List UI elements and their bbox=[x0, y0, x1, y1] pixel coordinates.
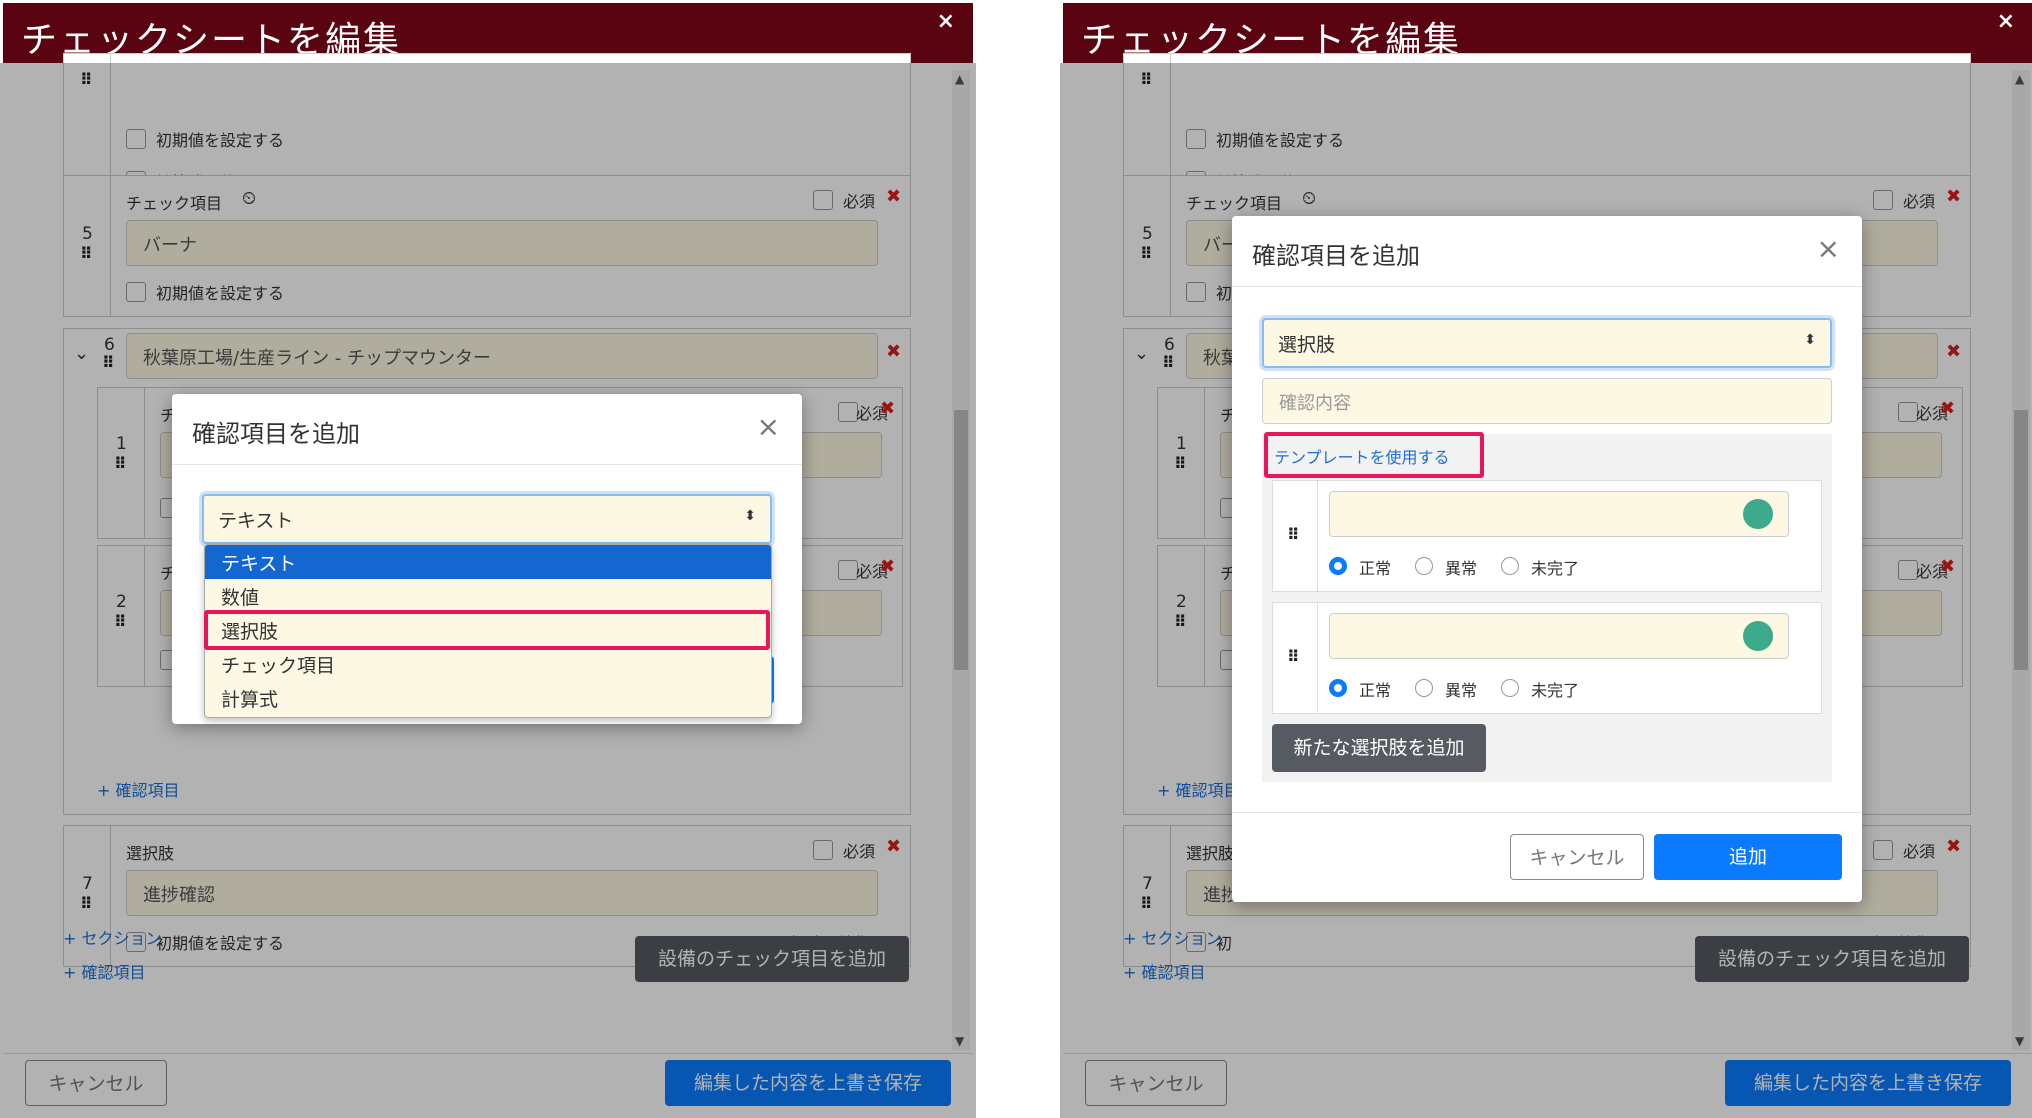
select-caret-icon: ⬍ bbox=[1804, 332, 1816, 348]
modal-title: 確認項目を追加 bbox=[1252, 242, 1420, 270]
choice-card-2: ⠿ 正常 異常 未完了 bbox=[1272, 602, 1822, 714]
highlight-box bbox=[204, 610, 770, 650]
modal-title: 確認項目を追加 bbox=[192, 420, 360, 448]
modal-add-button[interactable]: 追加 bbox=[1654, 834, 1842, 880]
item-type-select[interactable]: 選択肢 ⬍ bbox=[1262, 318, 1832, 368]
drag-handle-icon[interactable]: ⠿ bbox=[1287, 525, 1299, 544]
status-radio-label: 未完了 bbox=[1531, 559, 1580, 578]
status-radio-label: 正常 bbox=[1359, 559, 1392, 578]
highlight-box bbox=[1264, 432, 1484, 478]
color-picker-swatch[interactable] bbox=[1743, 499, 1773, 529]
modal-close-icon[interactable]: × bbox=[757, 410, 780, 443]
window-close-icon[interactable]: × bbox=[1997, 9, 2015, 34]
window-close-icon[interactable]: × bbox=[937, 9, 955, 34]
color-picker-swatch[interactable] bbox=[1743, 621, 1773, 651]
left-screenshot: チェックシートを編集 × ⠿ 初期値を設定する 計算式で使用する 5 ⠿ チェッ… bbox=[0, 0, 976, 1118]
right-screenshot: チェックシートを編集 × ⠿ 初期値を設定する 計算式で使用する 5 ⠿ チェッ… bbox=[1060, 0, 2032, 1118]
item-type-select[interactable]: テキスト ⬍ bbox=[202, 494, 772, 544]
select-caret-icon: ⬍ bbox=[744, 508, 756, 524]
choice-label-input[interactable] bbox=[1329, 491, 1789, 537]
status-radio-label: 異常 bbox=[1445, 559, 1478, 578]
choices-panel: テンプレートを使用する ⠿ 正常 異常 未完了 ⠿ 正常 異常 未完了 新たな選… bbox=[1262, 432, 1832, 782]
status-radio-abnormal[interactable] bbox=[1415, 557, 1433, 575]
confirm-content-input[interactable]: 確認内容 bbox=[1262, 378, 1832, 424]
type-option-number[interactable]: 数値 bbox=[205, 579, 771, 613]
type-option-text[interactable]: テキスト bbox=[205, 545, 771, 579]
type-option-formula[interactable]: 計算式 bbox=[205, 681, 771, 715]
status-radio-label: 正常 bbox=[1359, 681, 1392, 700]
add-new-choice-button[interactable]: 新たな選択肢を追加 bbox=[1272, 724, 1486, 772]
status-radio-label: 未完了 bbox=[1531, 681, 1580, 700]
item-type-select-value: 選択肢 bbox=[1278, 334, 1336, 356]
type-option-check-item[interactable]: チェック項目 bbox=[205, 647, 771, 681]
status-radio-incomplete[interactable] bbox=[1501, 557, 1519, 575]
add-confirm-item-modal: 確認項目を追加 × 選択肢 ⬍ 確認内容 テンプレートを使用する ⠿ 正常 異常… bbox=[1232, 216, 1862, 902]
modal-close-icon[interactable]: × bbox=[1817, 232, 1840, 265]
item-type-select-value: テキスト bbox=[218, 510, 294, 532]
choice-card-1: ⠿ 正常 異常 未完了 bbox=[1272, 480, 1822, 592]
modal-cancel-button[interactable]: キャンセル bbox=[1510, 834, 1644, 880]
status-radio-normal[interactable] bbox=[1329, 557, 1347, 575]
status-radio-normal[interactable] bbox=[1329, 679, 1347, 697]
status-radio-label: 異常 bbox=[1445, 681, 1478, 700]
add-confirm-item-modal: 確認項目を追加 × テキスト ⬍ テキスト 数値 選択肢 チェック項目 計算式 bbox=[172, 394, 802, 724]
status-radio-abnormal[interactable] bbox=[1415, 679, 1433, 697]
choice-label-input[interactable] bbox=[1329, 613, 1789, 659]
drag-handle-icon[interactable]: ⠿ bbox=[1287, 647, 1299, 666]
status-radio-incomplete[interactable] bbox=[1501, 679, 1519, 697]
